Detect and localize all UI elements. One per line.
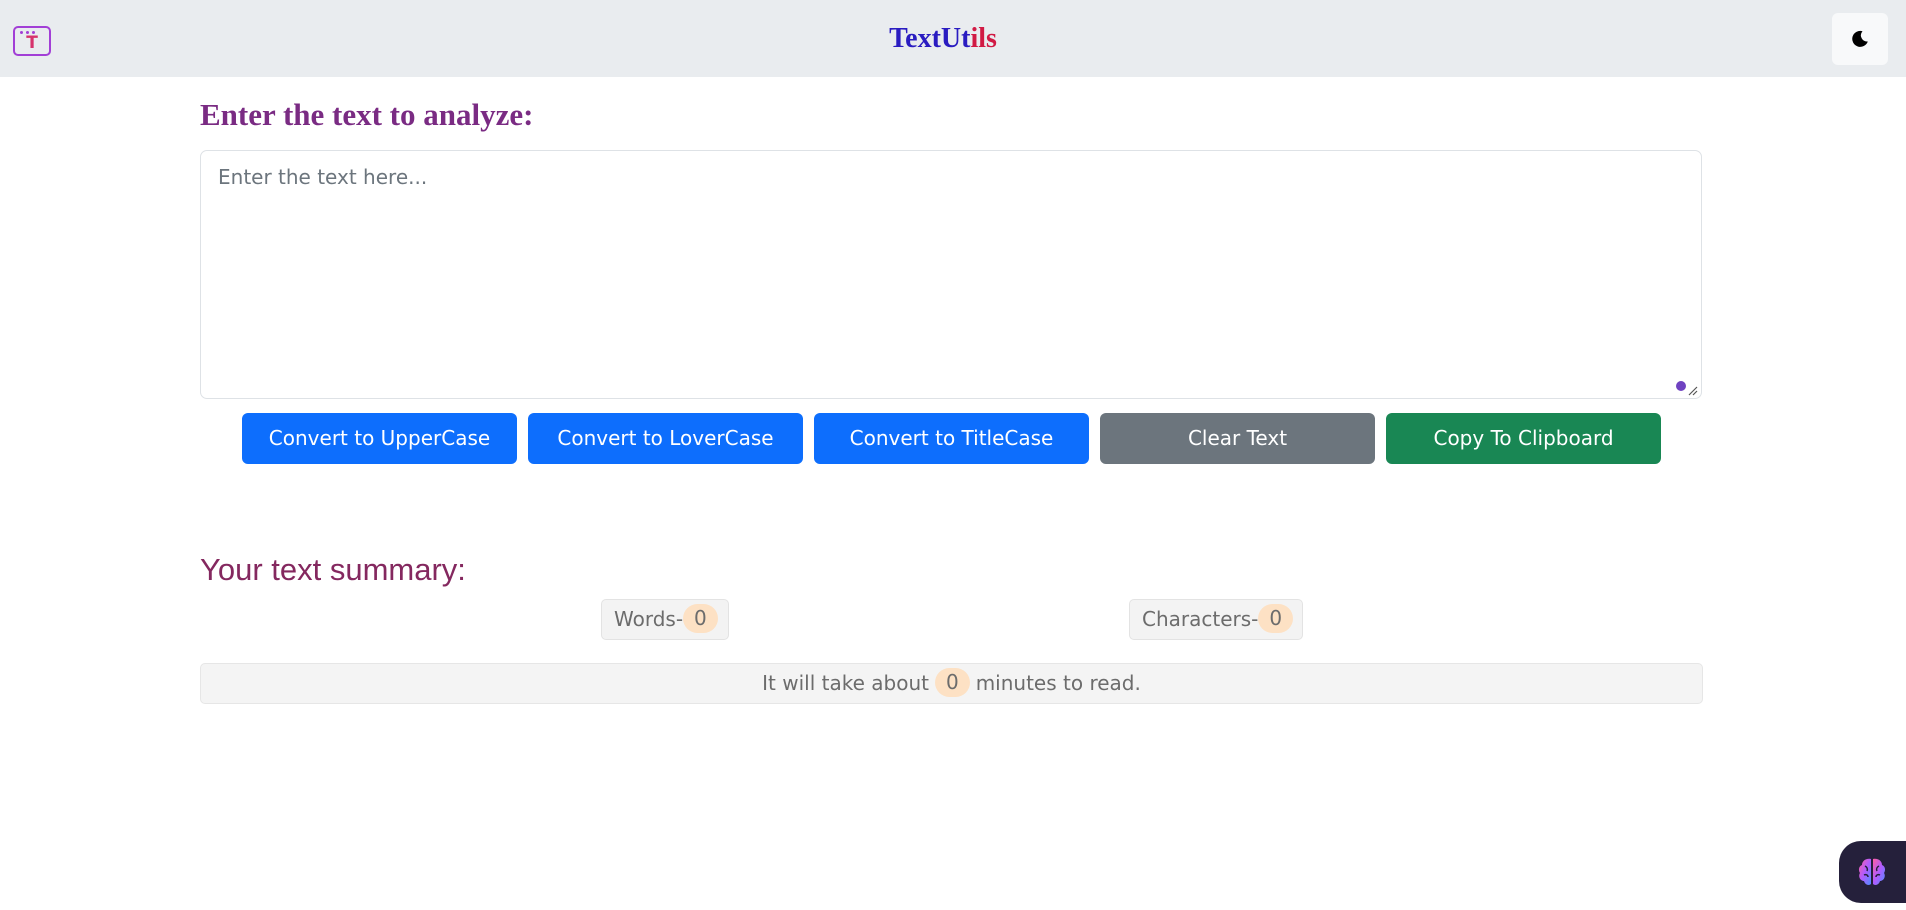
clear-text-button[interactable]: Clear Text: [1100, 413, 1375, 464]
navbar: T TextUtils: [0, 0, 1906, 77]
text-input[interactable]: [201, 151, 1701, 398]
lowercase-button[interactable]: Convert to LoverCase: [528, 413, 803, 464]
titlecase-button[interactable]: Convert to TitleCase: [814, 413, 1089, 464]
summary-heading: Your text summary:: [200, 552, 466, 587]
moon-icon: [1852, 30, 1868, 47]
grammar-extension-icon[interactable]: [1676, 381, 1686, 391]
resize-handle-icon[interactable]: [1688, 386, 1698, 396]
brand-title[interactable]: TextUtils: [0, 20, 1886, 58]
read-time-suffix: minutes to read.: [975, 671, 1141, 695]
brand-title-part2: ils: [970, 23, 997, 54]
read-time-badge: 0: [934, 668, 970, 697]
word-count-label: Words-: [614, 607, 684, 631]
char-count-label: Characters-: [1142, 607, 1259, 631]
assistant-launcher-button[interactable]: [1839, 841, 1906, 903]
read-time-bar: It will take about 0 minutes to read.: [200, 663, 1703, 704]
char-count-badge: 0: [1258, 604, 1294, 633]
brand-title-part1: TextUt: [889, 23, 971, 54]
theme-toggle-button[interactable]: [1832, 13, 1888, 65]
uppercase-button[interactable]: Convert to UpperCase: [242, 413, 517, 464]
word-count-box: Words- 0: [601, 599, 729, 640]
read-time-prefix: It will take about: [762, 671, 929, 695]
brain-icon: [1858, 858, 1886, 885]
editor-heading: Enter the text to analyze:: [200, 97, 534, 132]
char-count-box: Characters- 0: [1129, 599, 1303, 640]
copy-clipboard-button[interactable]: Copy To Clipboard: [1386, 413, 1661, 464]
text-input-container: [200, 150, 1702, 399]
word-count-badge: 0: [683, 604, 718, 633]
